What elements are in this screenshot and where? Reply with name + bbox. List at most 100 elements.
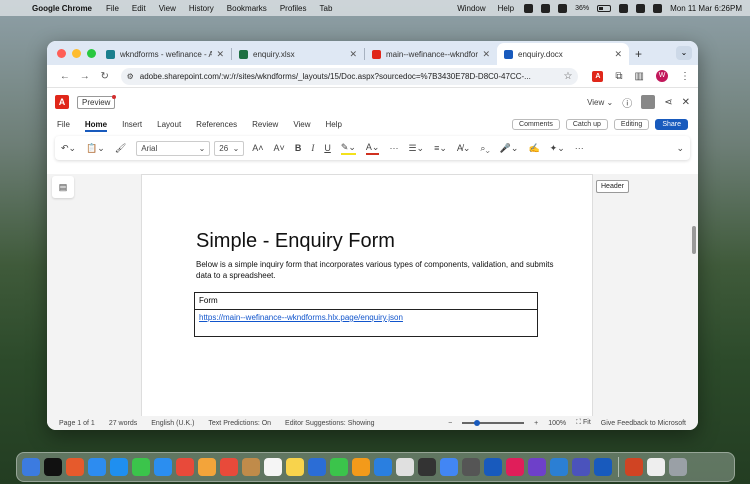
battery-icon[interactable] xyxy=(597,4,612,12)
catch-up-button[interactable]: Catch up xyxy=(565,118,608,130)
dock-app-icon[interactable] xyxy=(176,458,194,476)
undo-icon[interactable]: ↶⌄ xyxy=(61,143,76,154)
editing-mode-button[interactable]: Editing xyxy=(613,118,650,130)
dock-app-icon[interactable] xyxy=(22,458,40,476)
status-icon[interactable] xyxy=(524,3,534,13)
tray-icon[interactable] xyxy=(558,3,568,13)
close-icon[interactable]: ✕ xyxy=(682,97,690,108)
tab-home[interactable]: Home xyxy=(84,120,108,132)
browser-tab-wkndforms[interactable]: wkndforms - wefinance - All ✕ xyxy=(99,43,231,65)
site-info-icon[interactable]: ⚙ xyxy=(127,72,134,81)
font-size-select[interactable]: 26 ⌄ xyxy=(214,140,245,156)
fit-button[interactable]: ⛶ Fit xyxy=(576,419,591,427)
shrink-font-icon[interactable]: A˅ xyxy=(274,143,285,153)
view-menu-button[interactable]: View ⌄ xyxy=(587,98,613,107)
dock-app-icon[interactable] xyxy=(396,458,414,476)
tab-references[interactable]: References xyxy=(196,120,237,129)
align-icon[interactable]: ≡⌄ xyxy=(434,143,447,154)
zoom-window-button[interactable] xyxy=(87,49,96,58)
close-tab-icon[interactable]: ✕ xyxy=(614,49,622,60)
grow-font-icon[interactable]: A˄ xyxy=(252,143,263,153)
font-name-select[interactable]: Arial ⌄ xyxy=(136,140,211,156)
profile-avatar[interactable]: W xyxy=(656,70,668,82)
styles-icon[interactable]: A̸⌄ xyxy=(457,143,471,154)
comments-button[interactable]: Comments xyxy=(512,118,560,130)
bold-icon[interactable]: B xyxy=(295,143,302,153)
zoom-in-icon[interactable]: + xyxy=(534,420,538,427)
dock-app-icon[interactable] xyxy=(462,458,480,476)
menu-tab[interactable]: Tab xyxy=(320,4,333,13)
dock-app-icon[interactable] xyxy=(352,458,370,476)
forward-icon[interactable]: → xyxy=(75,71,95,82)
tab-layout[interactable]: Layout xyxy=(157,120,181,129)
word-count[interactable]: 27 words xyxy=(109,420,137,427)
zoom-slider[interactable] xyxy=(462,420,525,426)
tab-review[interactable]: Review xyxy=(252,120,278,129)
dock-app-icon[interactable] xyxy=(528,458,546,476)
dock-app-icon[interactable] xyxy=(647,458,665,476)
user-avatar[interactable] xyxy=(641,95,656,109)
extensions-icon[interactable]: ⧉ xyxy=(615,71,622,82)
bookmark-star-icon[interactable]: ☆ xyxy=(563,71,572,82)
acrobat-extension-icon[interactable]: A xyxy=(592,70,604,82)
back-icon[interactable]: ← xyxy=(55,71,75,82)
browser-tab-enquiry-docx[interactable]: enquiry.docx ✕ xyxy=(497,43,629,65)
wifi-icon[interactable] xyxy=(619,3,629,13)
share-icon[interactable]: ⋖ xyxy=(664,97,672,108)
dock-app-icon[interactable] xyxy=(132,458,150,476)
reload-icon[interactable]: ↻ xyxy=(95,71,115,82)
zoom-slider-knob[interactable] xyxy=(474,420,481,426)
dock-app-icon[interactable] xyxy=(669,458,687,476)
tab-view[interactable]: View xyxy=(293,120,310,129)
menubar-app-name[interactable]: Google Chrome xyxy=(32,4,92,13)
tab-search-icon[interactable]: ⌄ xyxy=(676,46,692,60)
menu-view[interactable]: View xyxy=(159,4,176,13)
dock-app-icon[interactable] xyxy=(550,458,568,476)
browser-tab-main-wefinance[interactable]: main--wefinance--wkndform ✕ xyxy=(365,43,497,65)
chrome-menu-icon[interactable]: ⋮ xyxy=(680,71,690,82)
more-commands-icon[interactable]: ··· xyxy=(575,143,584,153)
editor-suggestions-status[interactable]: Editor Suggestions: Showing xyxy=(285,420,375,427)
menu-window[interactable]: Window xyxy=(457,4,485,13)
document-page[interactable]: Simple - Enquiry Form Below is a simple … xyxy=(141,174,593,417)
editor-icon[interactable]: ✍ xyxy=(528,143,539,154)
dock-app-icon[interactable] xyxy=(44,458,62,476)
tab-file[interactable]: File xyxy=(57,120,70,129)
preview-badge[interactable]: Preview xyxy=(77,94,117,109)
dock-app-icon[interactable] xyxy=(308,458,326,476)
table-cell-form[interactable]: Form xyxy=(194,292,538,310)
close-tab-icon[interactable]: ✕ xyxy=(216,49,224,60)
format-painter-icon[interactable]: 🖌 xyxy=(115,143,126,154)
control-center-icon[interactable] xyxy=(653,3,663,13)
language-status[interactable]: English (U.K.) xyxy=(151,420,194,427)
new-tab-icon[interactable]: + xyxy=(635,47,642,61)
menu-help[interactable]: Help xyxy=(498,4,514,13)
side-panel-icon[interactable]: ▥ xyxy=(635,71,644,82)
dock-app-icon[interactable] xyxy=(418,458,436,476)
close-window-button[interactable] xyxy=(57,49,66,58)
dock-app-icon[interactable] xyxy=(594,458,612,476)
collapse-ribbon-icon[interactable]: ⌄ xyxy=(676,143,684,154)
underline-icon[interactable]: U xyxy=(324,143,331,153)
share-button[interactable]: Share xyxy=(655,118,688,130)
address-bar[interactable]: ⚙ adobe.sharepoint.com/:w:/r/sites/wkndf… xyxy=(120,67,579,85)
dock-app-icon[interactable] xyxy=(220,458,238,476)
minimize-window-button[interactable] xyxy=(72,49,81,58)
highlight-icon[interactable]: ✎⌄ xyxy=(340,142,356,155)
font-color-icon[interactable]: A⌄ xyxy=(365,142,380,155)
menu-bookmarks[interactable]: Bookmarks xyxy=(227,4,267,13)
text-predictions-status[interactable]: Text Predictions: On xyxy=(208,420,271,427)
dock-app-icon[interactable] xyxy=(506,458,524,476)
vertical-scrollbar[interactable] xyxy=(692,226,696,254)
dock-app-icon[interactable] xyxy=(286,458,304,476)
browser-tab-enquiry-xlsx[interactable]: enquiry.xlsx ✕ xyxy=(232,43,364,65)
dock-app-icon[interactable] xyxy=(330,458,348,476)
tab-insert[interactable]: Insert xyxy=(122,120,142,129)
find-icon[interactable]: ⌕⌄ xyxy=(480,143,489,154)
dock-app-icon[interactable] xyxy=(242,458,260,476)
menubar-clock[interactable]: Mon 11 Mar 6:26PM xyxy=(670,4,742,13)
page-count[interactable]: Page 1 of 1 xyxy=(59,420,95,427)
enquiry-json-link[interactable]: https://main--wefinance--wkndforms.hlx.p… xyxy=(199,313,403,322)
dock-app-icon[interactable] xyxy=(110,458,128,476)
menu-profiles[interactable]: Profiles xyxy=(280,4,307,13)
